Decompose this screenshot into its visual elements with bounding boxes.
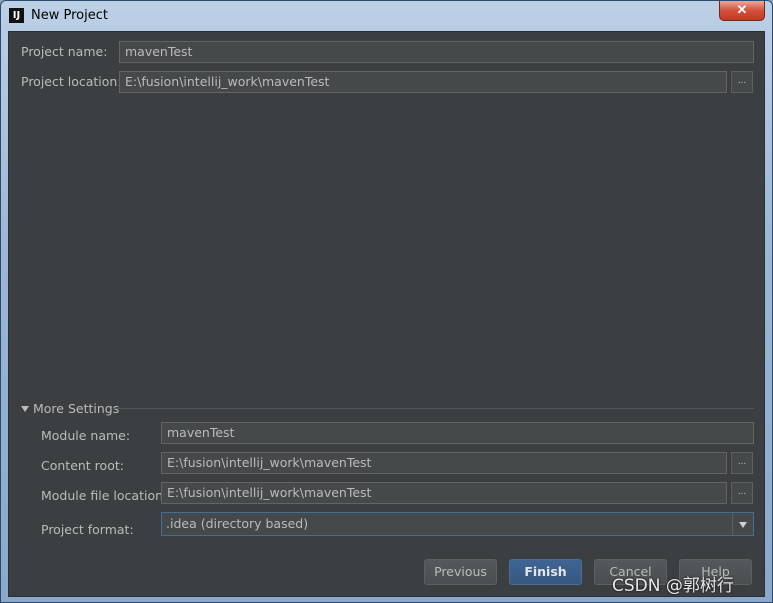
project-name-input[interactable]: mavenTest — [119, 41, 754, 63]
module-name-label: Module name: — [41, 428, 131, 443]
intellij-app-icon: IJ — [9, 8, 24, 23]
previous-button[interactable]: Previous — [424, 559, 497, 585]
project-format-label: Project format: — [41, 522, 134, 537]
title-bar[interactable]: IJ New Project ✕ — [1, 1, 772, 31]
collapse-triangle-icon[interactable] — [21, 406, 29, 412]
more-settings-toggle[interactable]: More Settings — [33, 401, 119, 416]
project-name-label: Project name: — [21, 44, 108, 59]
content-root-browse-button[interactable]: ... — [731, 452, 753, 474]
ellipsis-icon: ... — [737, 486, 747, 497]
project-format-select[interactable]: .idea (directory based) — [161, 512, 754, 536]
close-icon: ✕ — [736, 2, 748, 17]
project-format-value: .idea (directory based) — [166, 516, 309, 531]
new-project-window: IJ New Project ✕ Project name: mavenTest… — [0, 0, 773, 603]
project-location-label: Project location: — [21, 74, 122, 89]
module-file-location-input[interactable]: E:\fusion\intellij_work\mavenTest — [161, 482, 727, 504]
content-root-input[interactable]: E:\fusion\intellij_work\mavenTest — [161, 452, 727, 474]
close-button[interactable]: ✕ — [719, 1, 765, 21]
module-file-location-label: Module file location: — [41, 488, 168, 503]
dialog-body: Project name: mavenTest Project location… — [8, 31, 765, 597]
project-location-browse-button[interactable]: ... — [731, 71, 753, 93]
section-divider — [113, 408, 754, 409]
content-root-label: Content root: — [41, 458, 124, 473]
ellipsis-icon: ... — [737, 75, 747, 86]
dropdown-arrow-icon[interactable] — [732, 513, 753, 535]
module-name-input[interactable]: mavenTest — [161, 422, 754, 444]
project-location-input[interactable]: E:\fusion\intellij_work\mavenTest — [119, 71, 727, 93]
finish-button[interactable]: Finish — [509, 559, 582, 585]
module-file-location-browse-button[interactable]: ... — [731, 482, 753, 504]
window-title: New Project — [31, 8, 108, 23]
ellipsis-icon: ... — [737, 456, 747, 467]
csdn-watermark: CSDN @郭树行 — [612, 576, 734, 596]
